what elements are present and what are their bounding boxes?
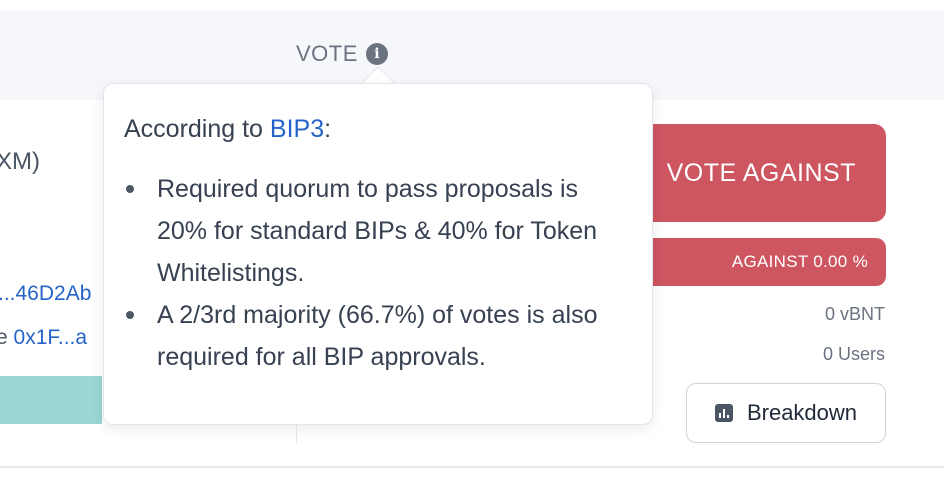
list-item: A 2/3rd majority (66.7%) of votes is als… [124, 294, 632, 378]
info-icon[interactable]: i [365, 43, 388, 65]
proposer-line: e 0x1F...a [0, 326, 87, 350]
row-divider [0, 466, 944, 468]
proposer-address-link[interactable]: 0x1F...a [14, 326, 88, 349]
tooltip-intro-text: According to [124, 115, 270, 143]
against-percentage-bar: AGAINST 0.00 % [616, 238, 886, 286]
breakdown-button[interactable]: Breakdown [686, 383, 886, 443]
contract-link[interactable]: ...46D2Ab [0, 282, 91, 306]
proposal-method-text: XM) [0, 148, 40, 175]
proposal-row: VOTE i XM) ...46D2Ab e 0x1F...a VOTE AGA… [0, 0, 944, 480]
list-item: Required quorum to pass proposals is 20%… [124, 168, 632, 294]
proposer-prefix: e [0, 326, 8, 349]
bip3-link[interactable]: BIP3 [270, 115, 324, 143]
tooltip-intro-colon: : [324, 115, 332, 143]
quorum-tooltip: According to BIP3: Required quorum to pa… [103, 83, 653, 425]
tooltip-intro: According to BIP3: [124, 114, 632, 144]
vote-against-button[interactable]: VOTE AGAINST [616, 124, 886, 222]
for-progress-bar [0, 376, 102, 424]
vote-column-header: VOTE i [296, 40, 388, 68]
against-users-count: 0 Users [822, 344, 885, 364]
tooltip-rules-list: Required quorum to pass proposals is 20%… [124, 168, 632, 378]
bar-chart-icon [714, 404, 733, 422]
breakdown-label: Breakdown [746, 400, 858, 425]
against-vbnt-count: 0 vBNT [824, 304, 885, 324]
vote-column-label: VOTE [296, 41, 358, 66]
